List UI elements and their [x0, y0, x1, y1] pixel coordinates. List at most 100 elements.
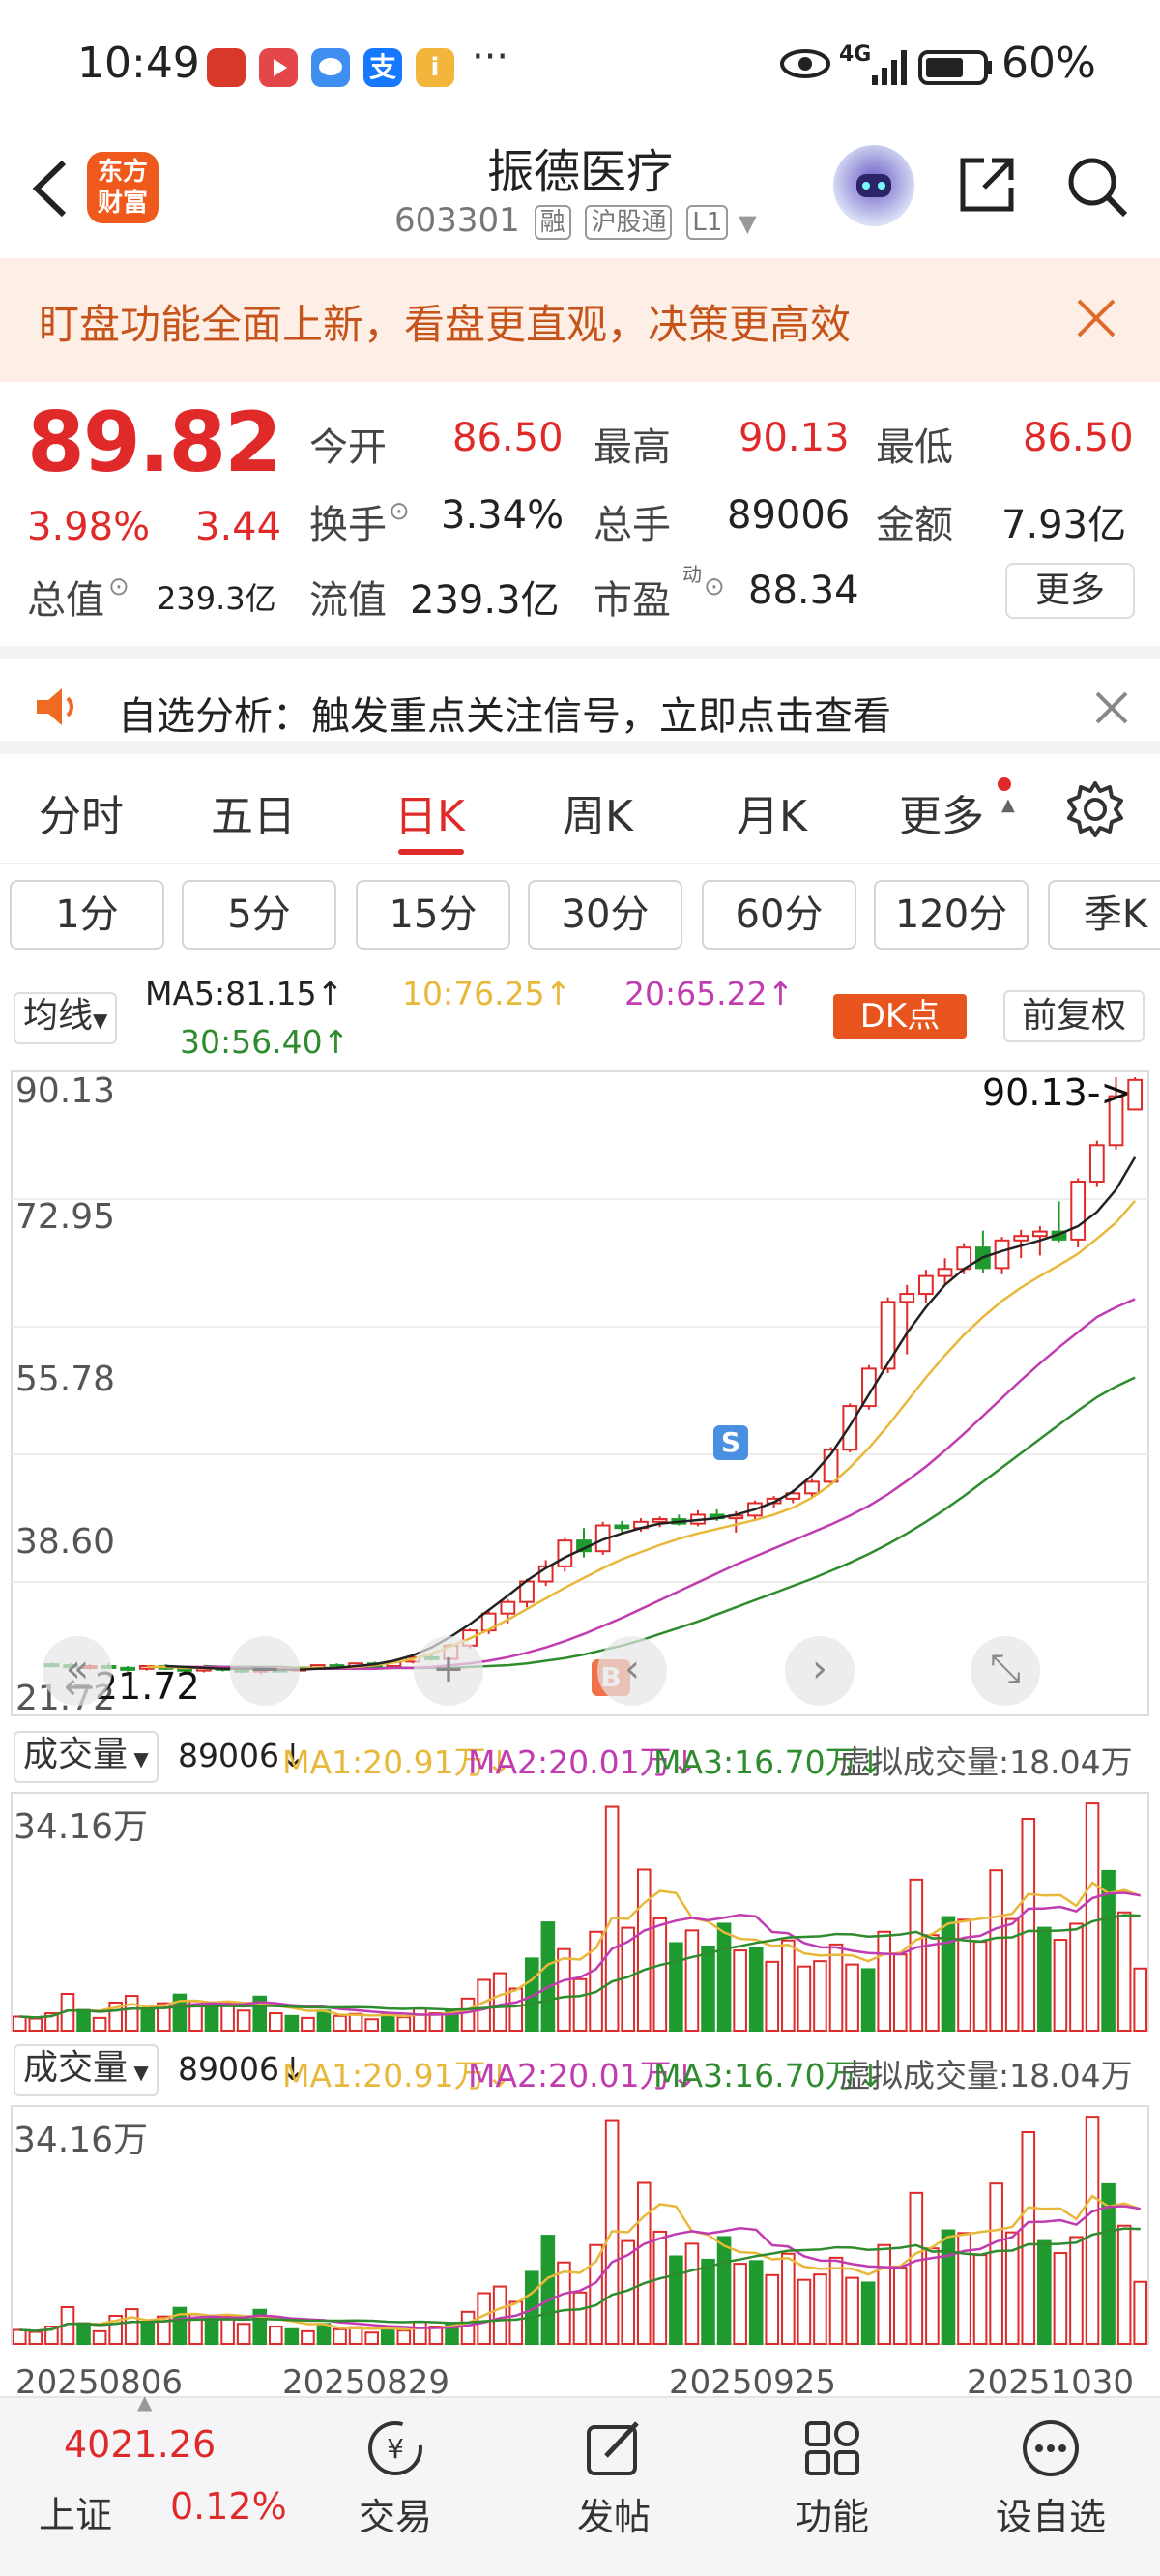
period-15min[interactable]: 15分 [356, 880, 510, 950]
volume-bar [909, 2191, 924, 2345]
volume-bar [1085, 1802, 1100, 2032]
nav-post[interactable]: 发帖 [541, 2398, 686, 2540]
tab-weekly-k[interactable]: 周K [563, 781, 633, 843]
volume-bar [765, 1960, 780, 2032]
turnover-value: 3.34% [441, 493, 565, 538]
info-circle-icon[interactable]: ⊙ [108, 572, 130, 601]
high-value: 90.13 [739, 416, 850, 460]
period-30min[interactable]: 30分 [528, 880, 682, 950]
dk-point-button[interactable]: DK点 [833, 994, 967, 1039]
stock-code-row: 603301 融 沪股通 L1 ▼ [394, 201, 757, 240]
indicator-select-ma[interactable]: 均线▼ [14, 992, 118, 1044]
indicator-select-label: 均线 [23, 996, 94, 1036]
nav-functions[interactable]: 功能 [760, 2398, 905, 2540]
cloud-store-icon [207, 48, 246, 87]
volume-bar [204, 2004, 219, 2032]
scroll-right-icon[interactable]: › [785, 1636, 855, 1706]
candle-body [880, 1301, 896, 1370]
ma10-value: 10:76.25↑ [402, 975, 572, 1012]
gear-icon[interactable] [1065, 779, 1125, 843]
index-value[interactable]: 4021.26 [64, 2423, 216, 2466]
sell-signal-marker[interactable]: S [713, 1425, 748, 1460]
fullscreen-icon[interactable]: ⤡ [971, 1636, 1040, 1706]
search-icon[interactable] [1063, 153, 1131, 224]
volume-bar [12, 2328, 27, 2346]
battery-icon [918, 48, 994, 91]
index-name[interactable]: 上证 [39, 2485, 112, 2538]
volume-bar [364, 2018, 379, 2032]
candlestick-chart[interactable] [0, 1064, 1160, 1731]
indicator-select-volume[interactable]: 成交量 ▼ [14, 1731, 159, 1783]
candle-body [899, 1293, 915, 1303]
period-120min[interactable]: 120分 [874, 880, 1029, 950]
volume-bar [860, 2281, 876, 2345]
adjust-button[interactable]: 前复权 [1003, 990, 1145, 1042]
zoom-in-icon[interactable]: + [414, 1636, 483, 1706]
info-circle-icon[interactable]: ⊙ [389, 497, 410, 526]
share-icon[interactable] [955, 153, 1019, 220]
period-5min[interactable]: 5分 [182, 880, 336, 950]
nav-trade[interactable]: ¥ 交易 [323, 2398, 468, 2540]
volume-bar [877, 1930, 891, 2032]
scroll-left-icon[interactable]: ‹ [597, 1636, 667, 1706]
candle-body [994, 1239, 1010, 1270]
period-quarter[interactable]: 季K [1048, 880, 1160, 950]
more-quote-button[interactable]: 更多 [1005, 563, 1135, 619]
tab-intraday[interactable]: 分时 [39, 781, 124, 843]
indicator-select-volume-2[interactable]: 成交量 ▼ [14, 2044, 159, 2096]
more-dots-icon [1020, 2417, 1082, 2479]
volume-bar [813, 2273, 827, 2346]
volume-value: 89006 [727, 493, 851, 538]
volume-bar [460, 2310, 476, 2346]
volume-bar [348, 2326, 363, 2345]
close-icon[interactable] [1075, 297, 1117, 343]
speaker-icon [33, 685, 83, 733]
volume-chart-2[interactable] [0, 2098, 1160, 2350]
index-change[interactable]: 0.12% [170, 2485, 287, 2528]
volume-bar [748, 1947, 764, 2032]
nav-watchlist[interactable]: 设自选 [978, 2398, 1123, 2540]
volume-bar [669, 2255, 683, 2345]
volume-bar [1037, 2239, 1052, 2345]
notice-bar[interactable]: 自选分析：触发重点关注信号，立即点击查看 [0, 646, 1160, 754]
tab-monthly-k[interactable]: 月K [737, 781, 807, 843]
y-tick-label: 55.78 [15, 1360, 116, 1399]
status-more-dots: ··· [472, 35, 509, 79]
high-label: 最高 [594, 425, 671, 470]
volume-bar [1021, 1817, 1036, 2032]
turnover-label: 换手 [309, 503, 387, 547]
volume-bar [701, 2258, 715, 2345]
high-price-label: 90.13-> [982, 1071, 1132, 1114]
y-tick-label: 72.95 [15, 1197, 116, 1237]
tag-hgt: 沪股通 [585, 204, 673, 240]
ai-robot-icon[interactable] [833, 145, 914, 226]
scroll-left-fast-icon[interactable]: « [43, 1636, 112, 1706]
tab-five-day[interactable]: 五日 [211, 781, 296, 843]
tab-daily-k[interactable]: 日K [394, 781, 465, 843]
low-label: 最低 [876, 425, 953, 470]
volume-bar [140, 2321, 156, 2345]
volume-chart[interactable] [0, 1785, 1160, 2036]
volume-bar [284, 2327, 300, 2345]
indicator-select-label: 成交量 [23, 2048, 129, 2088]
pe-label: 市盈 [594, 578, 671, 623]
notice-text: 自选分析：触发重点关注信号，立即点击查看 [118, 694, 891, 739]
period-60min[interactable]: 60分 [702, 880, 856, 950]
virtual-volume: 虚拟成交量:18.04万 [839, 1743, 1133, 1781]
info-circle-icon[interactable]: ⊙ [704, 572, 725, 601]
tab-more[interactable]: 更多 [899, 781, 984, 843]
volume-bar [1069, 2236, 1084, 2346]
volume-bar [828, 2256, 844, 2345]
volume-bar [989, 2182, 1003, 2346]
caret-up-icon: ▲ [1001, 795, 1015, 815]
close-icon[interactable] [1094, 690, 1129, 729]
volume-bar [92, 2329, 107, 2345]
volume-bar [845, 1963, 859, 2032]
promo-banner[interactable]: 盯盘功能全面上新，看盘更直观，决策更高效 [0, 258, 1160, 382]
volume-bar [1037, 1926, 1052, 2032]
period-1min[interactable]: 1分 [10, 880, 164, 950]
ma20-line [185, 1298, 1136, 1671]
caret-down-icon[interactable]: ▼ [739, 210, 756, 237]
zoom-out-icon[interactable]: − [230, 1636, 300, 1706]
volume-bar [765, 2273, 780, 2345]
